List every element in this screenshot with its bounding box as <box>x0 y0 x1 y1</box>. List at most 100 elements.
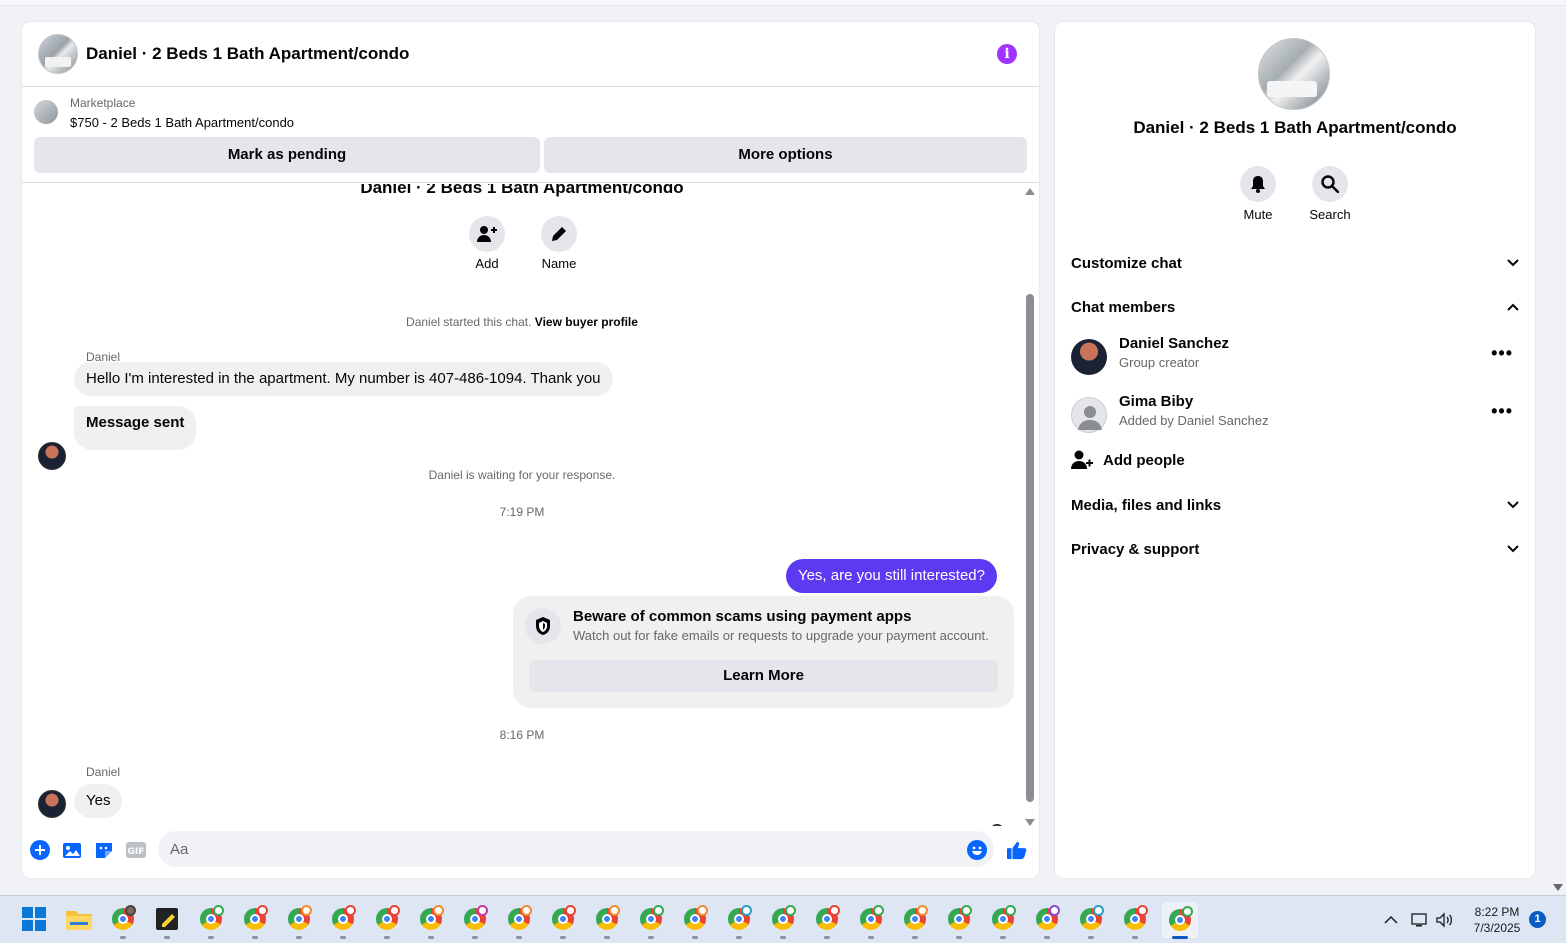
more-icon[interactable]: ••• <box>1491 401 1513 422</box>
chrome-icon[interactable] <box>768 904 798 934</box>
page-scroll-down-arrow[interactable] <box>1553 884 1563 891</box>
mark-as-pending-button[interactable]: Mark as pending <box>34 137 540 173</box>
scroll-up-arrow[interactable] <box>1025 188 1035 195</box>
message-input[interactable] <box>158 831 994 867</box>
chrome-icon[interactable] <box>460 904 490 934</box>
thread-scrollbar[interactable] <box>1023 184 1037 826</box>
clock-date: 7/3/2025 <box>1473 921 1521 935</box>
chrome-profile-icon[interactable] <box>108 904 138 934</box>
taskbar: 8:22 PM 7/3/2025 <box>0 895 1566 943</box>
name-button[interactable] <box>541 216 577 252</box>
photo-icon[interactable] <box>62 840 82 860</box>
chrome-icon[interactable] <box>724 904 754 934</box>
chrome-icon[interactable] <box>1076 904 1106 934</box>
chrome-icon[interactable] <box>416 904 446 934</box>
timestamp: 8:16 PM <box>499 728 545 742</box>
chrome-icon[interactable] <box>680 904 710 934</box>
learn-more-button[interactable]: Learn More <box>529 660 998 692</box>
chat-started-notice: Daniel started this chat. View buyer pro… <box>22 315 1022 329</box>
notification-badge[interactable]: 1 <box>1529 911 1546 928</box>
avatar <box>1071 397 1107 433</box>
chrome-icon[interactable] <box>240 904 270 934</box>
group-avatar[interactable] <box>1258 38 1330 110</box>
search-button[interactable] <box>1312 166 1348 202</box>
chevron-down-icon <box>1507 545 1519 553</box>
chrome-icon[interactable] <box>1032 904 1062 934</box>
show-hidden-icons[interactable] <box>1384 896 1398 943</box>
member-name: Gima Biby <box>1119 393 1194 410</box>
avatar <box>1071 339 1107 375</box>
chat-info-panel: Daniel · 2 Beds 1 Bath Apartment/condo M… <box>1055 22 1535 878</box>
chevron-up-icon <box>1507 303 1519 311</box>
bell-icon <box>1251 176 1265 193</box>
chrome-icon[interactable] <box>504 904 534 934</box>
media-files-links-section[interactable]: Media, files and links <box>1071 487 1519 523</box>
chrome-icon[interactable] <box>328 904 358 934</box>
listing-price-title[interactable]: $750 - 2 Beds 1 Bath Apartment/condo <box>70 115 294 130</box>
chrome-icon[interactable] <box>548 904 578 934</box>
chrome-icon[interactable] <box>856 904 886 934</box>
chrome-icon[interactable] <box>1120 904 1150 934</box>
incoming-message[interactable]: Hello I'm interested in the apartment. M… <box>74 362 613 396</box>
message-thread[interactable]: Daniel · 2 Beds 1 Bath Apartment/condo A… <box>22 184 1022 826</box>
plus-icon[interactable] <box>30 840 50 860</box>
customize-chat-section[interactable]: Customize chat <box>1071 245 1519 281</box>
member-row[interactable]: Daniel Sanchez Group creator ••• <box>1071 335 1519 379</box>
chrome-icon[interactable] <box>812 904 842 934</box>
scroll-thumb[interactable] <box>1026 294 1034 802</box>
sticky-notes-icon[interactable] <box>152 904 182 934</box>
chrome-icon-active[interactable] <box>1162 902 1198 938</box>
chat-members-label: Chat members <box>1071 298 1176 316</box>
more-options-button[interactable]: More options <box>544 137 1027 173</box>
sender-avatar[interactable] <box>38 442 66 470</box>
view-buyer-profile-link[interactable]: View buyer profile <box>535 315 638 329</box>
chat-avatar[interactable] <box>38 34 78 74</box>
chrome-icon[interactable] <box>592 904 622 934</box>
outgoing-message[interactable]: Yes, are you still interested? <box>785 559 997 593</box>
chrome-icon[interactable] <box>944 904 974 934</box>
listing-thumbnail[interactable] <box>34 100 58 124</box>
chat-title[interactable]: Daniel · 2 Beds 1 Bath Apartment/condo <box>86 44 409 64</box>
thumbs-up-icon[interactable] <box>1007 840 1027 860</box>
scroll-down-arrow[interactable] <box>1025 819 1035 826</box>
default-user-icon <box>1078 406 1102 430</box>
running-indicator <box>648 936 654 939</box>
running-indicator <box>824 936 830 939</box>
add-people-button[interactable]: Add people <box>1071 446 1371 474</box>
gif-icon[interactable]: GIF <box>126 840 146 860</box>
running-indicator <box>164 936 170 939</box>
media-files-links-label: Media, files and links <box>1071 496 1222 514</box>
chat-members-section[interactable]: Chat members <box>1071 289 1519 325</box>
chrome-icon[interactable] <box>372 904 402 934</box>
active-indicator <box>1172 936 1188 939</box>
sticker-icon[interactable] <box>94 840 114 860</box>
network-icon[interactable] <box>1411 896 1429 943</box>
running-indicator <box>868 936 874 939</box>
chrome-icon[interactable] <box>988 904 1018 934</box>
running-indicator <box>296 936 302 939</box>
emoji-icon[interactable] <box>967 840 987 860</box>
volume-icon[interactable] <box>1436 896 1454 943</box>
chrome-icon[interactable] <box>196 904 226 934</box>
windows-start-icon[interactable] <box>19 904 49 934</box>
chrome-icon[interactable] <box>636 904 666 934</box>
more-icon[interactable]: ••• <box>1491 343 1513 364</box>
sender-avatar[interactable] <box>38 790 66 818</box>
chrome-icon[interactable] <box>284 904 314 934</box>
incoming-message[interactable]: Yes <box>74 784 123 818</box>
member-row[interactable]: Gima Biby Added by Daniel Sanchez ••• <box>1071 393 1519 437</box>
mute-button[interactable] <box>1240 166 1276 202</box>
marketplace-listing: Marketplace $750 - 2 Beds 1 Bath Apartme… <box>22 87 1039 183</box>
running-indicator <box>736 936 742 939</box>
privacy-support-section[interactable]: Privacy & support <box>1071 531 1519 567</box>
message-composer: GIF <box>22 830 1039 870</box>
message-sent-bubble[interactable]: Message sent <box>74 406 197 450</box>
chrome-icon[interactable] <box>900 904 930 934</box>
waiting-notice: Daniel is waiting for your response. <box>428 468 616 482</box>
taskbar-clock[interactable]: 8:22 PM 7/3/2025 <box>1462 904 1532 936</box>
running-indicator <box>1000 936 1006 939</box>
add-person-button[interactable] <box>469 216 505 252</box>
info-icon[interactable]: i <box>997 44 1017 64</box>
running-indicator <box>208 936 214 939</box>
file-explorer-icon[interactable] <box>64 904 94 934</box>
